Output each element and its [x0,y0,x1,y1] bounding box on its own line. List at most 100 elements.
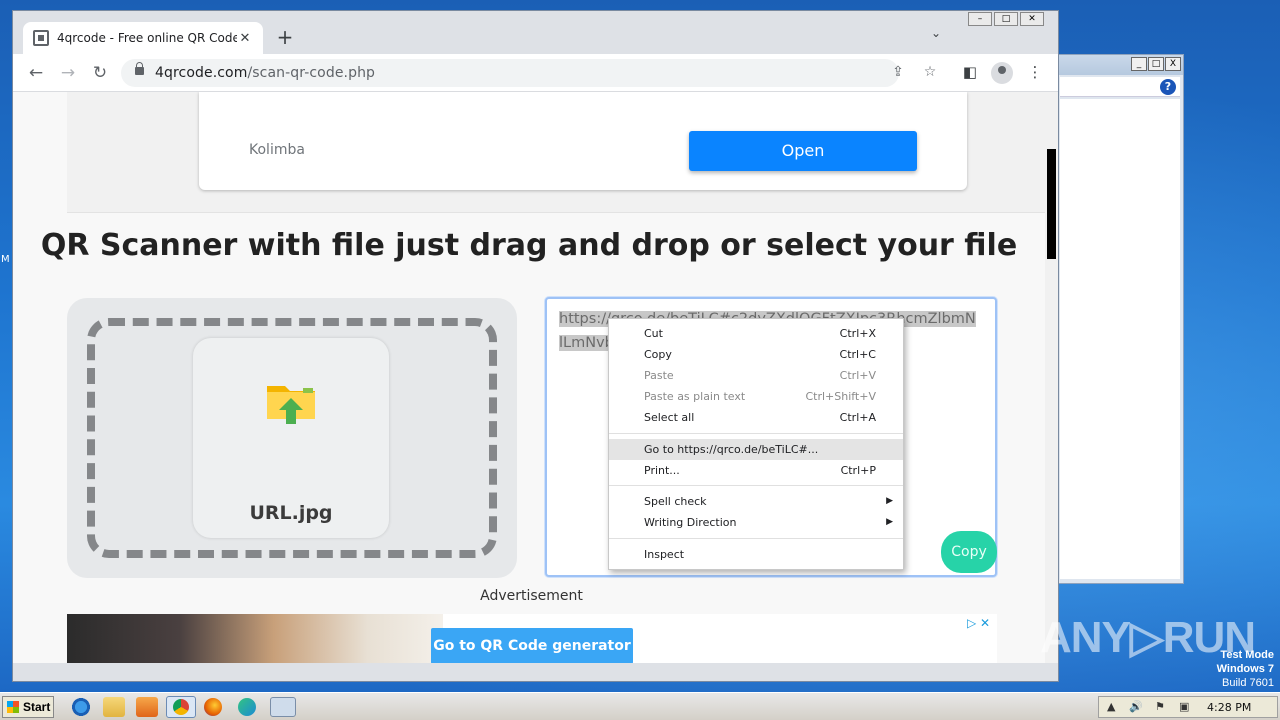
browser-tab[interactable]: 4qrcode - Free online QR Code read ✕ [23,22,263,54]
adchoices-close-icon[interactable]: ▷ ✕ [967,616,990,630]
menu-item-label: Paste [644,369,674,382]
test-mode-line: Test Mode [1220,649,1274,661]
menu-item-writing-direction[interactable]: Writing Direction ▶ [609,512,903,533]
address-bar[interactable]: 4qrcode.com/scan-qr-code.php ⇪ ☆ [121,59,936,87]
qr-favicon-icon [33,30,49,46]
windows-version-line: Windows 7 [1216,663,1274,675]
context-menu: Cut Ctrl+X Copy Ctrl+C Paste Ctrl+V Paste a… [608,318,904,570]
maximize-button[interactable]: □ [994,12,1018,26]
url-path: /scan-qr-code.php [247,65,376,81]
back-button[interactable]: ← [25,62,47,84]
background-window-toolbar: ? [1060,77,1180,97]
url-text[interactable]: 4qrcode.com/scan-qr-code.php [155,65,375,81]
submenu-arrow-icon: ▶ [886,496,893,506]
new-tab-button[interactable]: + [275,25,295,49]
menu-separator [609,538,903,539]
tab-close-icon[interactable]: ✕ [237,31,253,46]
explorer-icon[interactable] [103,697,125,717]
copy-button[interactable]: Copy [941,531,997,573]
menu-item-inspect[interactable]: Inspect [609,544,903,565]
tab-search-chevron-icon[interactable]: ⌄ [931,26,941,40]
network-icon[interactable]: ▣ [1179,700,1189,713]
volume-icon[interactable]: 🔊 [1129,700,1143,713]
menu-item-shortcut: Ctrl+A [839,411,876,424]
tab-title: 4qrcode - Free online QR Code read [57,31,237,45]
menu-dots-icon[interactable]: ⋮ [1025,63,1045,81]
menu-item-label: Print... [644,464,680,477]
go-to-generator-button[interactable]: Go to QR Code generator [431,628,633,663]
advertisement-label: Advertisement [480,588,583,604]
banner-ad[interactable]: Go to QR Code generator ▷ ✕ [67,614,997,663]
chrome-taskbar-button[interactable] [166,696,196,718]
menu-item-label: Select all [644,411,695,424]
help-icon[interactable]: ? [1160,79,1176,95]
menu-item-select-all[interactable]: Select all Ctrl+A [609,407,903,428]
ad-brand: Kolimba [249,142,305,158]
windows-logo-icon [7,701,19,713]
menu-separator [609,433,903,434]
file-drop-zone[interactable]: URL.jpg [67,298,517,578]
chrome-icon [173,699,189,715]
menu-item-shortcut: Ctrl+Shift+V [805,390,876,403]
menu-item-label: Writing Direction [644,516,737,529]
ie-icon[interactable] [70,697,92,717]
media-player-icon[interactable] [136,697,158,717]
action-center-flag-icon[interactable]: ⚑ [1155,700,1165,713]
test-mode-notice: Test Mode Windows 7 Build 7601 [1217,648,1274,690]
menu-item-shortcut: Ctrl+P [840,464,876,477]
reload-button[interactable]: ↻ [89,62,111,84]
page-scrollbar[interactable] [1045,92,1058,663]
background-window[interactable]: _ □ X ? [1056,54,1184,584]
menu-item-label: Copy [644,348,672,361]
menu-item-label: Inspect [644,548,685,561]
forward-button[interactable]: → [57,62,79,84]
background-window-body [1060,99,1180,579]
submenu-arrow-icon: ▶ [886,517,893,527]
file-name: URL.jpg [249,502,333,524]
menu-item-label: Spell check [644,495,707,508]
close-window-button[interactable]: ✕ [1020,12,1044,26]
window-app-icon[interactable] [270,697,296,717]
start-button[interactable]: Start [2,696,54,718]
menu-item-shortcut: Ctrl+C [839,348,876,361]
page-title: QR Scanner with file just drag and drop … [40,228,1018,263]
side-panel-icon[interactable]: ◧ [960,63,980,81]
system-tray: ▲ 🔊 ⚑ ▣ 4:28 PM [1098,696,1278,718]
minimize-button[interactable]: – [968,12,992,26]
folder-upload-icon [267,386,315,424]
menu-item-paste[interactable]: Paste Ctrl+V [609,365,903,386]
menu-item-print[interactable]: Print... Ctrl+P [609,460,903,481]
menu-item-shortcut: Ctrl+X [839,327,876,340]
tray-expand-icon[interactable]: ▲ [1107,700,1115,713]
bg-minimize-button[interactable]: _ [1131,57,1147,71]
clock[interactable]: 4:28 PM [1207,701,1251,714]
start-label: Start [23,700,51,714]
bg-maximize-button[interactable]: □ [1148,57,1164,71]
menu-item-label: Paste as plain text [644,390,746,403]
taskbar: Start ▲ 🔊 ⚑ ▣ 4:28 PM [0,692,1280,720]
menu-item-copy[interactable]: Copy Ctrl+C [609,344,903,365]
menu-item-paste-plain[interactable]: Paste as plain text Ctrl+Shift+V [609,386,903,407]
lock-icon[interactable] [135,62,144,75]
menu-item-cut[interactable]: Cut Ctrl+X [609,323,903,344]
profile-avatar-icon[interactable] [991,62,1013,84]
build-line: Build 7601 [1222,677,1274,689]
menu-item-go-to-url[interactable]: Go to https://qrco.de/beTiLC#... [609,439,903,460]
scrollbar-thumb[interactable] [1047,149,1056,259]
firefox-icon[interactable] [204,698,222,716]
banner-image [67,614,443,663]
menu-item-spell-check[interactable]: Spell check ▶ [609,491,903,512]
window-controls: – □ ✕ [968,12,1044,26]
ad-open-button[interactable]: Open [689,131,917,171]
uploaded-file-card[interactable]: URL.jpg [193,338,389,538]
menu-separator [609,485,903,486]
bg-close-button[interactable]: X [1165,57,1181,71]
bookmark-star-icon[interactable]: ☆ [921,64,939,80]
top-ad-area: Kolimba Open [67,92,1045,213]
browser-toolbar: ← → ↻ 4qrcode.com/scan-qr-code.php ⇪ ☆ ◧… [13,54,1058,92]
url-host: 4qrcode.com [155,65,248,81]
edge-icon[interactable] [238,698,256,716]
top-ad-card: Kolimba Open [199,92,967,190]
background-window-titlebar[interactable]: _ □ X [1057,55,1183,75]
share-icon[interactable]: ⇪ [889,64,907,80]
